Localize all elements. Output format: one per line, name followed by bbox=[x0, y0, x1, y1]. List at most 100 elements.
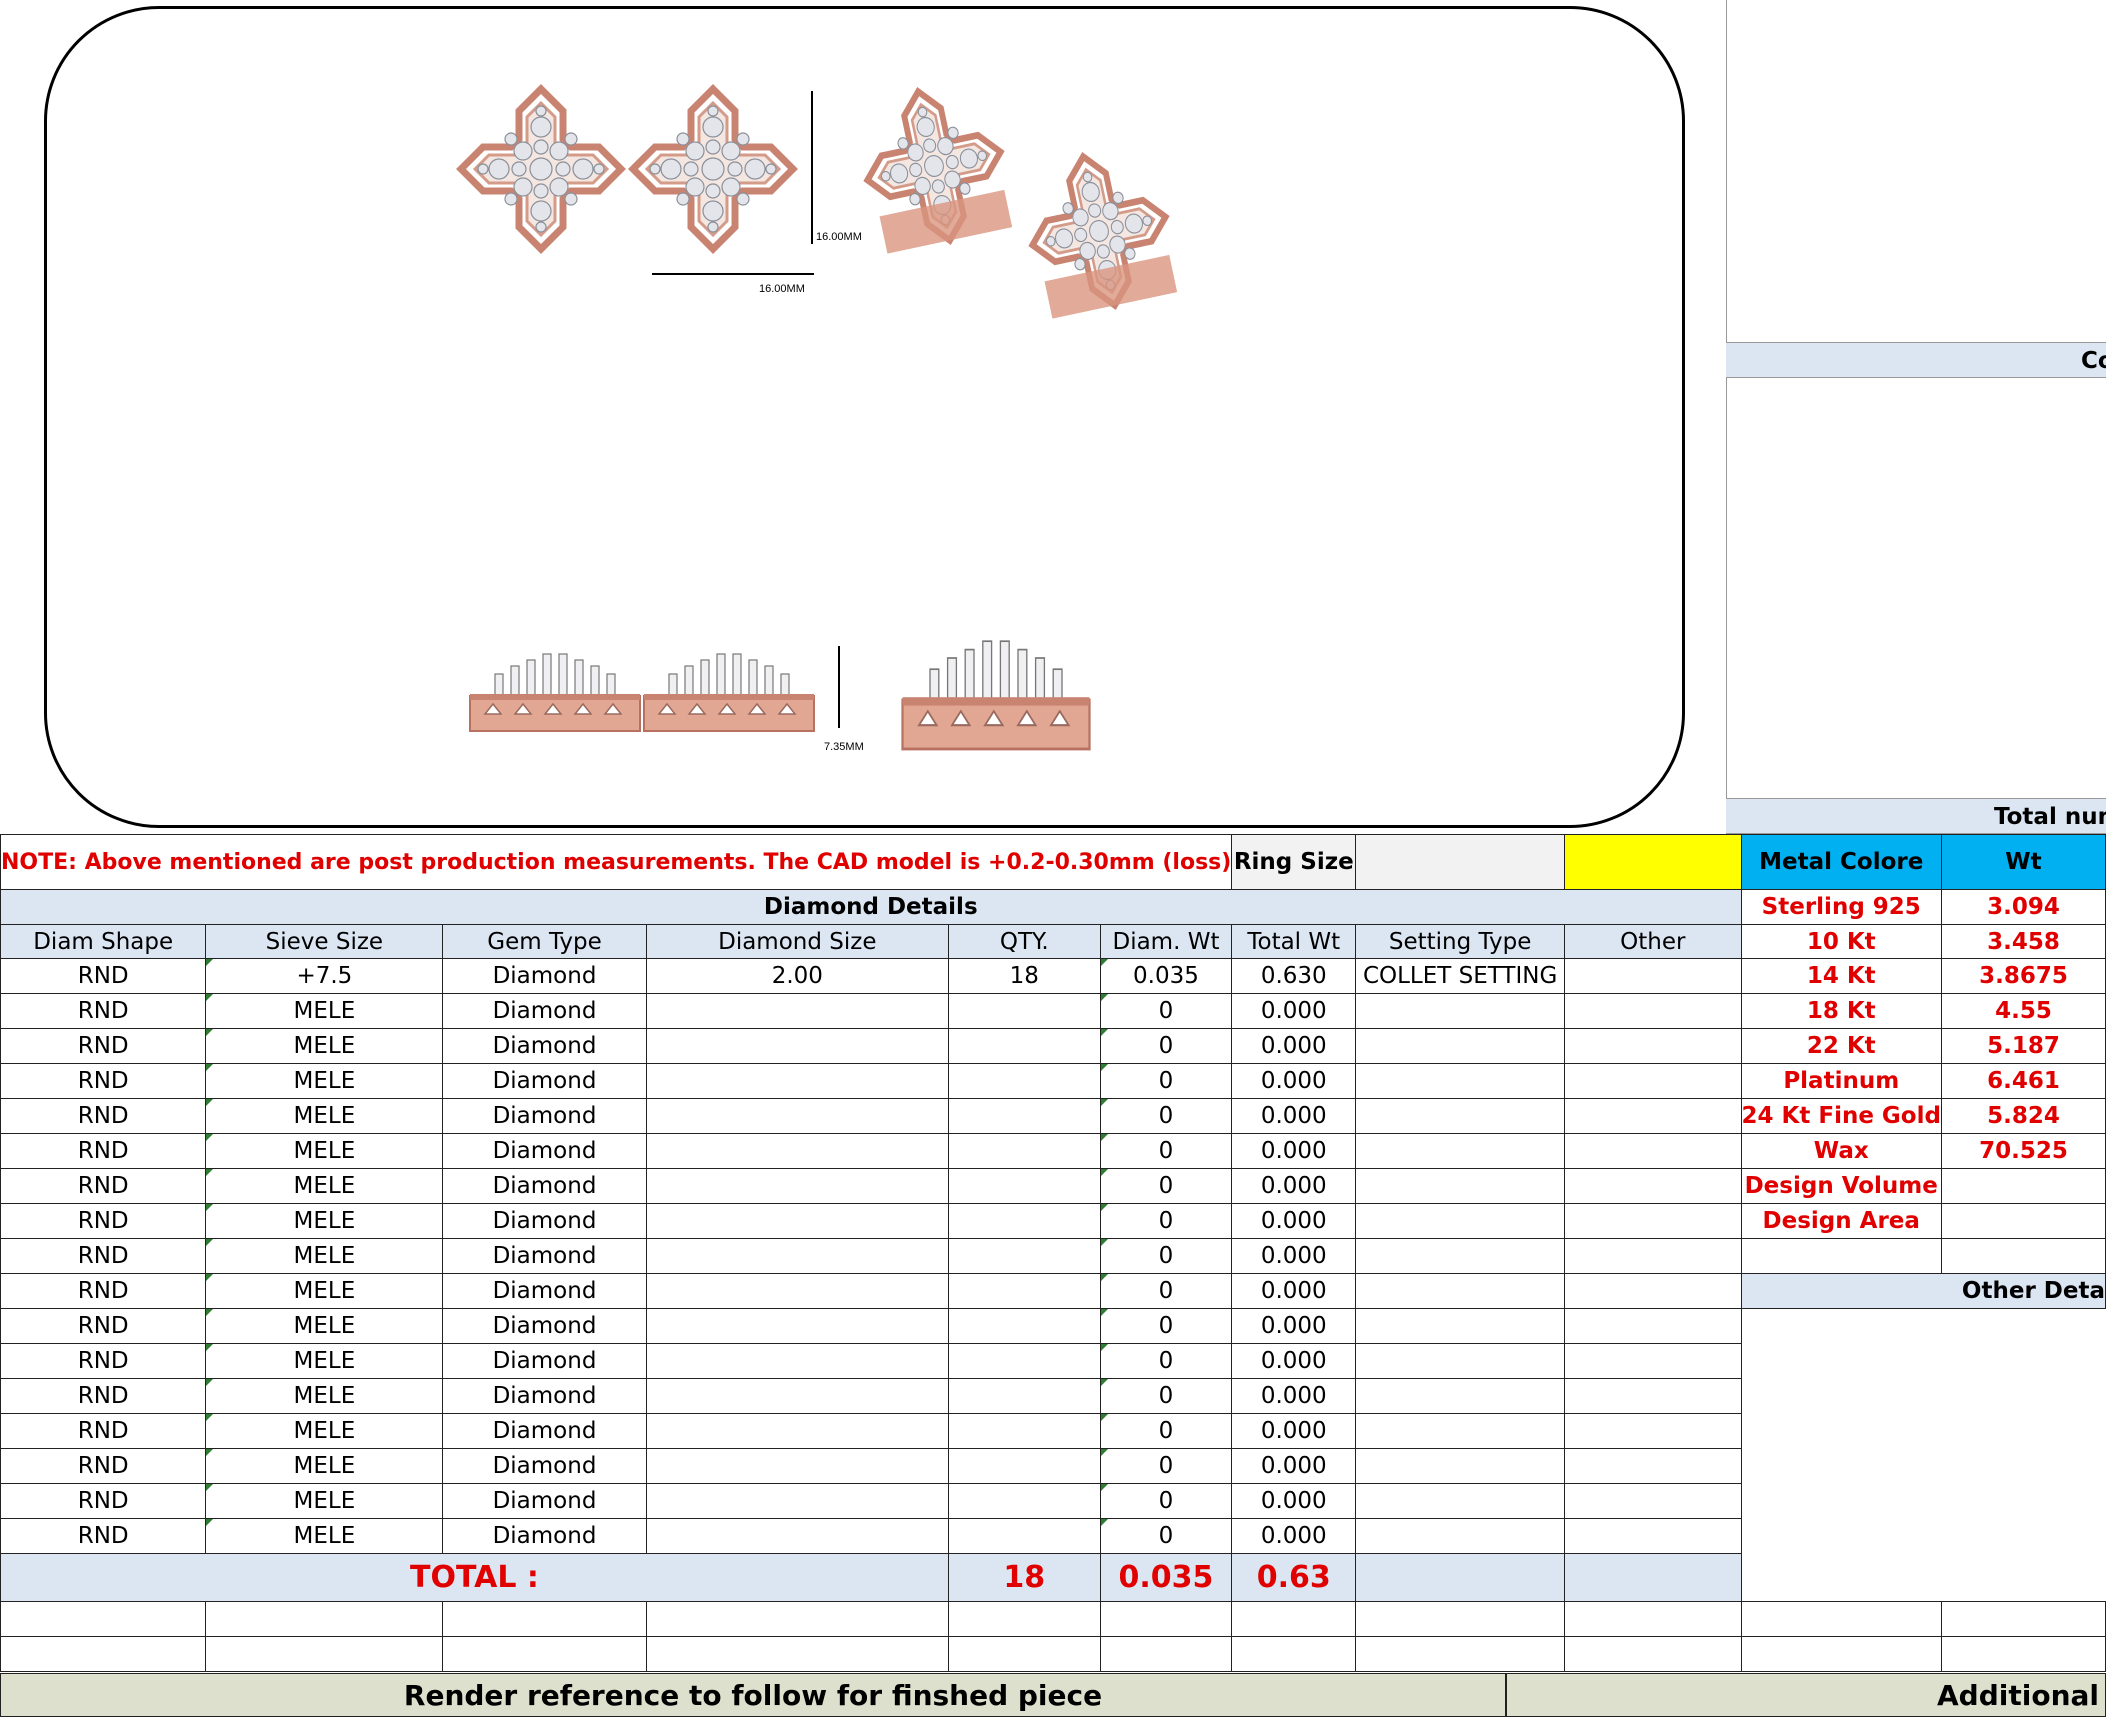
table-cell[interactable]: 0.000 bbox=[1231, 1133, 1357, 1169]
table-cell[interactable] bbox=[645, 1238, 949, 1274]
table-cell[interactable] bbox=[1564, 1448, 1742, 1484]
table-cell[interactable] bbox=[1564, 1518, 1742, 1554]
table-cell[interactable] bbox=[1564, 1308, 1742, 1344]
table-cell[interactable] bbox=[1564, 1273, 1742, 1309]
table-cell[interactable] bbox=[1355, 1343, 1566, 1379]
empty-cell[interactable] bbox=[1740, 1636, 1942, 1672]
table-cell[interactable] bbox=[1564, 1203, 1742, 1239]
table-cell[interactable]: MELE bbox=[205, 1308, 444, 1344]
empty-cell[interactable] bbox=[1099, 1636, 1233, 1672]
table-cell[interactable]: Diamond bbox=[442, 993, 647, 1029]
empty-cell[interactable] bbox=[947, 1636, 1101, 1672]
table-cell[interactable]: 0 bbox=[1099, 1378, 1233, 1414]
table-cell[interactable]: RND bbox=[0, 1343, 207, 1379]
table-cell[interactable] bbox=[947, 1273, 1101, 1309]
table-cell[interactable] bbox=[645, 1343, 949, 1379]
table-cell[interactable]: MELE bbox=[205, 1133, 444, 1169]
empty-cell[interactable] bbox=[1740, 1601, 1942, 1637]
table-cell[interactable] bbox=[947, 1448, 1101, 1484]
table-cell[interactable]: RND bbox=[0, 1308, 207, 1344]
table-cell[interactable]: 0.000 bbox=[1231, 1273, 1357, 1309]
table-cell[interactable]: 0.035 bbox=[1099, 958, 1233, 994]
table-cell[interactable]: Diamond bbox=[442, 1063, 647, 1099]
table-cell[interactable] bbox=[1355, 1518, 1566, 1554]
table-cell[interactable] bbox=[947, 1238, 1101, 1274]
table-cell[interactable]: Diamond bbox=[442, 1378, 647, 1414]
table-cell[interactable]: MELE bbox=[205, 1203, 444, 1239]
table-cell[interactable]: Diamond bbox=[442, 1238, 647, 1274]
table-cell[interactable]: 0.000 bbox=[1231, 1098, 1357, 1134]
table-cell[interactable] bbox=[947, 1203, 1101, 1239]
table-cell[interactable]: RND bbox=[0, 1203, 207, 1239]
table-cell[interactable]: Diamond bbox=[442, 1343, 647, 1379]
empty-cell[interactable] bbox=[1099, 1601, 1233, 1637]
table-cell[interactable]: MELE bbox=[205, 1448, 444, 1484]
table-cell[interactable]: Diamond bbox=[442, 1483, 647, 1519]
table-cell[interactable]: Diamond bbox=[442, 1133, 647, 1169]
table-cell[interactable]: 0.000 bbox=[1231, 993, 1357, 1029]
table-cell[interactable] bbox=[645, 1133, 949, 1169]
table-cell[interactable]: RND bbox=[0, 1238, 207, 1274]
empty-cell[interactable] bbox=[1355, 1636, 1566, 1672]
table-cell[interactable]: RND bbox=[0, 1378, 207, 1414]
table-cell[interactable]: Diamond bbox=[442, 1098, 647, 1134]
table-cell[interactable] bbox=[1564, 1168, 1742, 1204]
table-cell[interactable] bbox=[1564, 1343, 1742, 1379]
table-cell[interactable] bbox=[1564, 1098, 1742, 1134]
table-cell[interactable] bbox=[1564, 1063, 1742, 1099]
table-cell[interactable] bbox=[645, 1098, 949, 1134]
table-cell[interactable]: 0.000 bbox=[1231, 1378, 1357, 1414]
empty-cell[interactable] bbox=[1940, 1636, 2106, 1672]
table-cell[interactable]: 0.000 bbox=[1231, 1203, 1357, 1239]
table-cell[interactable] bbox=[947, 1343, 1101, 1379]
empty-cell[interactable] bbox=[1564, 1601, 1742, 1637]
table-cell[interactable]: Diamond bbox=[442, 1273, 647, 1309]
table-cell[interactable] bbox=[947, 1308, 1101, 1344]
table-cell[interactable]: 0 bbox=[1099, 1028, 1233, 1064]
table-cell[interactable]: Diamond bbox=[442, 1168, 647, 1204]
table-cell[interactable]: MELE bbox=[205, 1518, 444, 1554]
table-cell[interactable]: +7.5 bbox=[205, 958, 444, 994]
table-cell[interactable]: 0.000 bbox=[1231, 1518, 1357, 1554]
table-cell[interactable]: 2.00 bbox=[645, 958, 949, 994]
ring-size-input[interactable] bbox=[1355, 834, 1566, 890]
table-cell[interactable]: 0 bbox=[1099, 1343, 1233, 1379]
table-cell[interactable] bbox=[645, 1413, 949, 1449]
table-cell[interactable] bbox=[947, 1133, 1101, 1169]
table-cell[interactable]: 0 bbox=[1099, 1238, 1233, 1274]
table-cell[interactable]: 0.000 bbox=[1231, 1028, 1357, 1064]
table-cell[interactable] bbox=[645, 1063, 949, 1099]
table-cell[interactable]: RND bbox=[0, 1518, 207, 1554]
table-cell[interactable]: MELE bbox=[205, 993, 444, 1029]
table-cell[interactable]: 18 bbox=[947, 958, 1101, 994]
table-cell[interactable] bbox=[947, 993, 1101, 1029]
table-cell[interactable] bbox=[947, 1413, 1101, 1449]
empty-cell[interactable] bbox=[442, 1636, 647, 1672]
table-cell[interactable] bbox=[1355, 1098, 1566, 1134]
table-cell[interactable]: RND bbox=[0, 958, 207, 994]
table-cell[interactable] bbox=[645, 1168, 949, 1204]
table-cell[interactable]: MELE bbox=[205, 1168, 444, 1204]
table-cell[interactable]: RND bbox=[0, 993, 207, 1029]
table-cell[interactable] bbox=[947, 1063, 1101, 1099]
table-cell[interactable] bbox=[947, 1028, 1101, 1064]
table-cell[interactable]: Diamond bbox=[442, 1308, 647, 1344]
empty-cell[interactable] bbox=[205, 1636, 444, 1672]
table-cell[interactable]: 0.000 bbox=[1231, 1413, 1357, 1449]
table-cell[interactable] bbox=[1355, 1238, 1566, 1274]
table-cell[interactable]: 0 bbox=[1099, 1098, 1233, 1134]
table-cell[interactable]: Diamond bbox=[442, 1413, 647, 1449]
table-cell[interactable] bbox=[1564, 1133, 1742, 1169]
table-cell[interactable]: Diamond bbox=[442, 1203, 647, 1239]
table-cell[interactable]: MELE bbox=[205, 1273, 444, 1309]
table-cell[interactable]: 0 bbox=[1099, 1448, 1233, 1484]
table-cell[interactable] bbox=[1355, 1168, 1566, 1204]
table-cell[interactable]: 0.000 bbox=[1231, 1448, 1357, 1484]
table-cell[interactable] bbox=[1564, 1413, 1742, 1449]
table-cell[interactable]: 0.000 bbox=[1231, 1308, 1357, 1344]
table-cell[interactable]: MELE bbox=[205, 1063, 444, 1099]
table-cell[interactable]: 0 bbox=[1099, 1308, 1233, 1344]
table-cell[interactable]: Diamond bbox=[442, 1028, 647, 1064]
table-cell[interactable]: MELE bbox=[205, 1483, 444, 1519]
table-cell[interactable] bbox=[645, 1378, 949, 1414]
